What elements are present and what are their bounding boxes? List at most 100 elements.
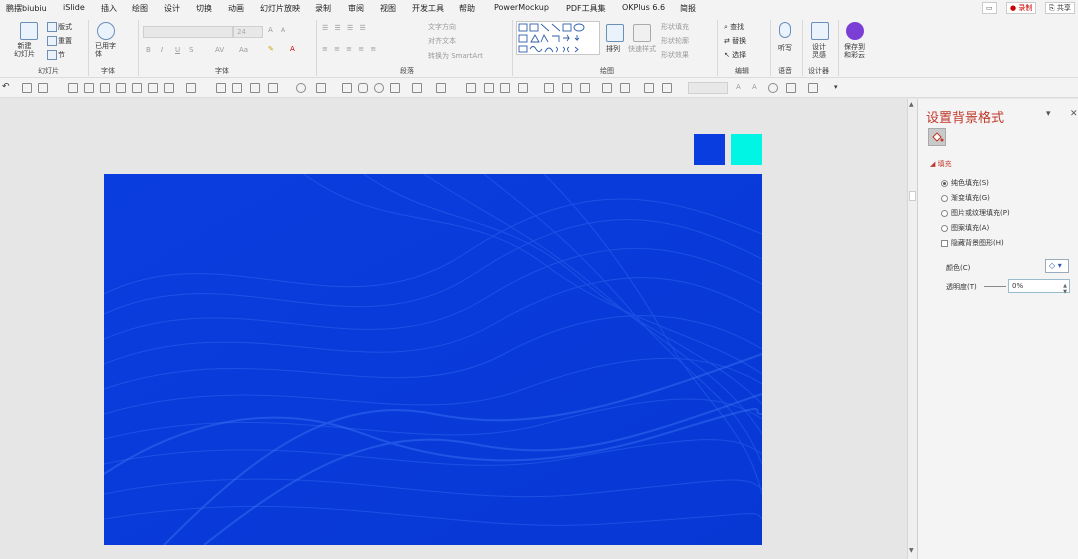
bold-button[interactable]: B (146, 46, 151, 54)
fill-section-header[interactable]: ◢ 填充 (930, 159, 952, 169)
shrink-font-button[interactable]: A (281, 27, 285, 34)
picture-icon[interactable] (518, 83, 528, 93)
cyan-swatch[interactable] (731, 134, 762, 165)
pen-icon[interactable] (562, 83, 572, 93)
toolbar-icon[interactable] (22, 83, 32, 93)
tab-animations[interactable]: 动画 (228, 3, 244, 14)
design-ideas-button[interactable]: 设计 灵感 (812, 43, 826, 59)
save-to-cloud-button[interactable]: 保存到 和彩云 (844, 43, 865, 59)
distribute-icon[interactable] (164, 83, 174, 93)
shape-effects-icon[interactable] (412, 83, 422, 93)
tab-biubiu[interactable]: 鹏摆biubiu (6, 3, 47, 14)
share-button[interactable]: ⎘ 共享 (1045, 2, 1075, 14)
shapes-gallery[interactable] (516, 21, 600, 55)
align-center-icon[interactable] (100, 83, 110, 93)
scroll-up-icon[interactable]: ▲ (909, 101, 914, 108)
bring-front-icon[interactable] (216, 83, 226, 93)
fill-color-icon[interactable] (580, 83, 590, 93)
tab-islide[interactable]: iSlide (63, 3, 85, 12)
scroll-down-icon[interactable]: ▼ (909, 547, 914, 554)
tab-powermockup[interactable]: PowerMockup (494, 3, 549, 12)
text-direction-button[interactable]: 文字方向 (428, 22, 456, 32)
italic-button[interactable]: I (161, 46, 163, 54)
tab-pdf-tools[interactable]: PDF工具集 (566, 3, 606, 14)
outline-icon[interactable] (316, 83, 326, 93)
group-icon[interactable] (186, 83, 196, 93)
layout-button[interactable]: 版式 (47, 22, 72, 32)
close-icon[interactable]: ✕ (1070, 109, 1078, 119)
checkbox[interactable] (941, 239, 948, 247)
align-left-icon[interactable] (68, 83, 78, 93)
tab-record[interactable]: 录制 (315, 3, 331, 14)
replace-button[interactable]: ⇄ 替换 (724, 36, 746, 46)
change-case-button[interactable]: Aa (239, 46, 248, 54)
tab-help[interactable]: 帮助 (459, 3, 475, 14)
textbox-icon[interactable] (602, 83, 612, 93)
quick-styles-button[interactable]: 快速样式 (628, 44, 656, 54)
transparency-slider[interactable] (984, 286, 1006, 287)
shape-fill-button[interactable]: 形状填充 (661, 22, 689, 32)
group-objects-icon[interactable] (250, 83, 260, 93)
highlight-icon[interactable]: ✎ (268, 45, 274, 53)
picture-icon[interactable] (484, 83, 494, 93)
tab-design[interactable]: 设计 (164, 3, 180, 14)
scroll-thumb[interactable] (909, 191, 916, 201)
tab-developer[interactable]: 开发工具 (412, 3, 444, 14)
align-right-icon[interactable] (116, 83, 126, 93)
tab-view[interactable]: 视图 (380, 3, 396, 14)
pattern-fill-option[interactable]: 图案填充(A) (941, 223, 989, 233)
pen-icon[interactable] (644, 83, 654, 93)
align-buttons[interactable]: ≡ ≡ ≡ ≡ ≡ (322, 45, 378, 53)
record-button[interactable]: ● 录制 (1006, 2, 1037, 14)
char-spacing-button[interactable]: AV (215, 46, 224, 54)
rounded-rect-icon[interactable] (358, 83, 368, 93)
pen-icon[interactable] (544, 83, 554, 93)
convert-smartart-button[interactable]: 转换为 SmartArt (428, 51, 483, 61)
ellipse-icon[interactable] (374, 83, 384, 93)
chevron-down-icon[interactable]: ▾ (834, 83, 838, 91)
color-picker-button[interactable]: ◇ ▾ (1045, 259, 1069, 273)
shrink-font-icon[interactable]: A (752, 83, 757, 91)
comment-button[interactable]: ▭ (982, 2, 997, 14)
tab-review[interactable]: 审阅 (348, 3, 364, 14)
crop-icon[interactable] (466, 83, 476, 93)
tab-slideshow[interactable]: 幻灯片放映 (260, 3, 300, 14)
tab-okplus[interactable]: OKPlus 6.6 (622, 3, 665, 12)
distribute-icon[interactable] (148, 83, 158, 93)
hide-background-option[interactable]: 隐藏背景图形(H) (941, 238, 1004, 248)
align-middle-icon[interactable] (132, 83, 142, 93)
pen-icon[interactable] (662, 83, 672, 93)
gear-icon[interactable] (768, 83, 778, 93)
slide[interactable] (104, 174, 762, 545)
font-size-combo-toolbar[interactable] (688, 82, 728, 94)
gradient-fill-option[interactable]: 渐变填充(G) (941, 193, 990, 203)
dictate-button[interactable]: 听写 (778, 43, 792, 53)
shape-effects-button[interactable]: 形状效果 (661, 50, 689, 60)
transparency-input[interactable]: 0% ▲ ▼ (1008, 279, 1070, 295)
arrange-button[interactable]: 排列 (606, 44, 620, 54)
shape-fill-icon[interactable] (296, 83, 306, 93)
rectangle-icon[interactable] (342, 83, 352, 93)
underline-button[interactable]: U (175, 46, 180, 54)
tab-draw[interactable]: 绘图 (132, 3, 148, 14)
shape-outline-button[interactable]: 形状轮廓 (661, 36, 689, 46)
tab-insert[interactable]: 插入 (101, 3, 117, 14)
tab-transitions[interactable]: 切换 (196, 3, 212, 14)
select-button[interactable]: ↖ 选择 (724, 50, 746, 60)
font-name-combo[interactable] (143, 26, 233, 38)
picture-icon[interactable] (500, 83, 510, 93)
format-painter-icon[interactable] (436, 83, 446, 93)
tab-briefing[interactable]: 简报 (680, 3, 696, 14)
undo-icon[interactable]: ↶ (2, 82, 10, 92)
arrange-icon[interactable] (786, 83, 796, 93)
used-fonts-button[interactable]: 已用字 体 (95, 42, 116, 58)
radio[interactable] (941, 224, 948, 232)
font-color-icon[interactable] (620, 83, 630, 93)
find-button[interactable]: ⌕ 查找 (724, 22, 744, 32)
strike-button[interactable]: S (189, 46, 193, 54)
radio[interactable] (941, 209, 948, 217)
blue-swatch[interactable] (694, 134, 725, 165)
ungroup-icon[interactable] (268, 83, 278, 93)
vertical-scrollbar[interactable]: ▲ ▼ (907, 99, 917, 559)
new-slide-button[interactable]: 新建 幻灯片 (14, 42, 35, 58)
